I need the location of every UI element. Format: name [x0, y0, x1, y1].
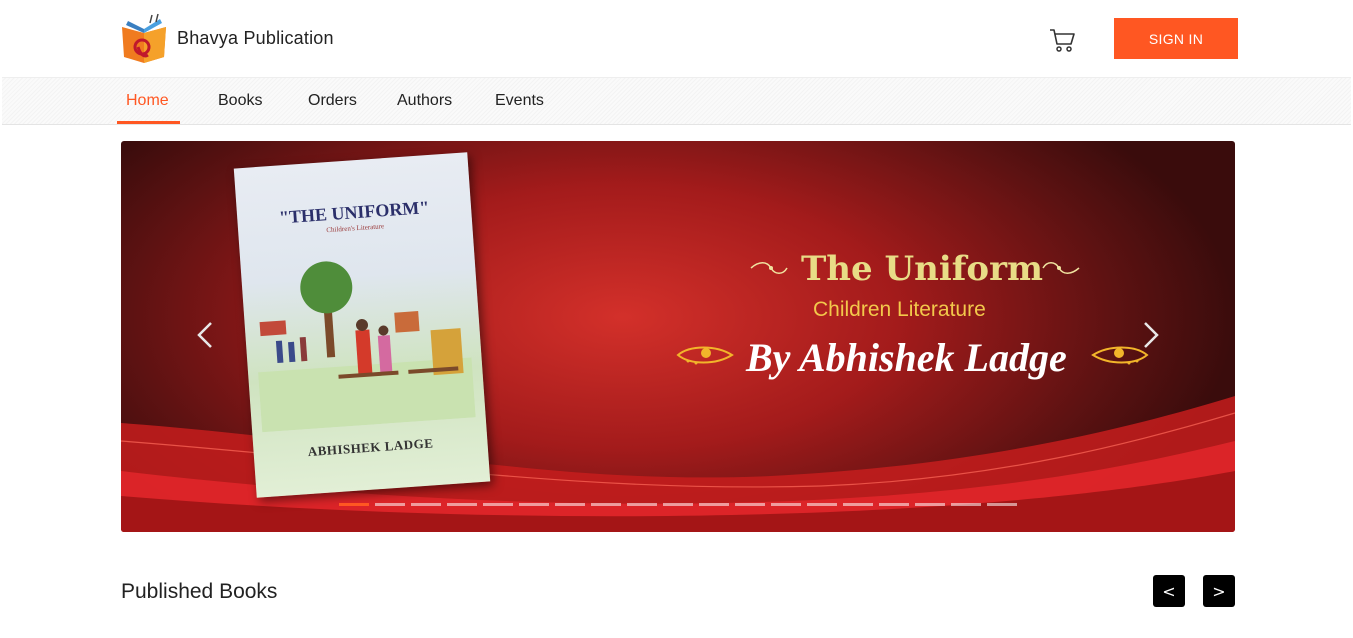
book-cover[interactable]: "THE UNIFORM" Children's Literature ABHI… [233, 152, 491, 498]
carousel-dot[interactable] [375, 503, 405, 506]
nav-events[interactable]: Events [495, 92, 544, 110]
nav-books[interactable]: Books [218, 92, 262, 110]
carousel-dot[interactable] [771, 503, 801, 506]
slide-byline: By Abhishek Ladge [746, 335, 1067, 380]
carousel-dot[interactable] [483, 503, 513, 506]
carousel-dot[interactable] [519, 503, 549, 506]
left-flourish-icon [750, 262, 788, 274]
carousel-dot[interactable] [951, 503, 981, 506]
carousel-dot[interactable] [663, 503, 693, 506]
published-next-button[interactable]: > [1203, 575, 1235, 607]
carousel-dot[interactable] [843, 503, 873, 506]
main-nav: Home Books Orders Authors Events [2, 77, 1351, 125]
cart-icon[interactable] [1048, 27, 1076, 53]
book-cover-author: ABHISHEK LADGE [307, 435, 434, 460]
sign-in-button[interactable]: SIGN IN [1114, 18, 1238, 59]
nav-orders[interactable]: Orders [308, 92, 357, 110]
carousel-dot[interactable] [627, 503, 657, 506]
carousel-dot[interactable] [915, 503, 945, 506]
cover-illustration [258, 261, 476, 433]
nav-authors[interactable]: Authors [397, 92, 452, 110]
logo-icon[interactable] [118, 13, 170, 63]
right-flourish-icon [1042, 262, 1080, 274]
hero-carousel[interactable]: "THE UNIFORM" Children's Literature ABHI… [121, 141, 1235, 532]
published-books-heading: Published Books [121, 580, 278, 603]
carousel-dot[interactable] [735, 503, 765, 506]
left-ornament-icon [676, 346, 734, 365]
published-prev-button[interactable]: < [1153, 575, 1185, 607]
carousel-dot[interactable] [879, 503, 909, 506]
chevron-right-icon[interactable] [1139, 319, 1163, 351]
carousel-dot[interactable] [411, 503, 441, 506]
slide-subheadline: Children Literature [813, 298, 986, 321]
active-tab-indicator [117, 121, 180, 124]
carousel-dot[interactable] [447, 503, 477, 506]
slide-headline: The Uniform [801, 249, 1043, 289]
chevron-left-icon[interactable] [193, 319, 217, 351]
carousel-dot[interactable] [591, 503, 621, 506]
carousel-dot[interactable] [555, 503, 585, 506]
site-header: Bhavya Publication SIGN IN [0, 0, 1353, 77]
carousel-dot[interactable] [987, 503, 1017, 506]
brand-name[interactable]: Bhavya Publication [177, 28, 334, 49]
nav-home[interactable]: Home [126, 92, 169, 110]
carousel-dot[interactable] [339, 503, 369, 506]
carousel-dot[interactable] [699, 503, 729, 506]
carousel-dot[interactable] [807, 503, 837, 506]
